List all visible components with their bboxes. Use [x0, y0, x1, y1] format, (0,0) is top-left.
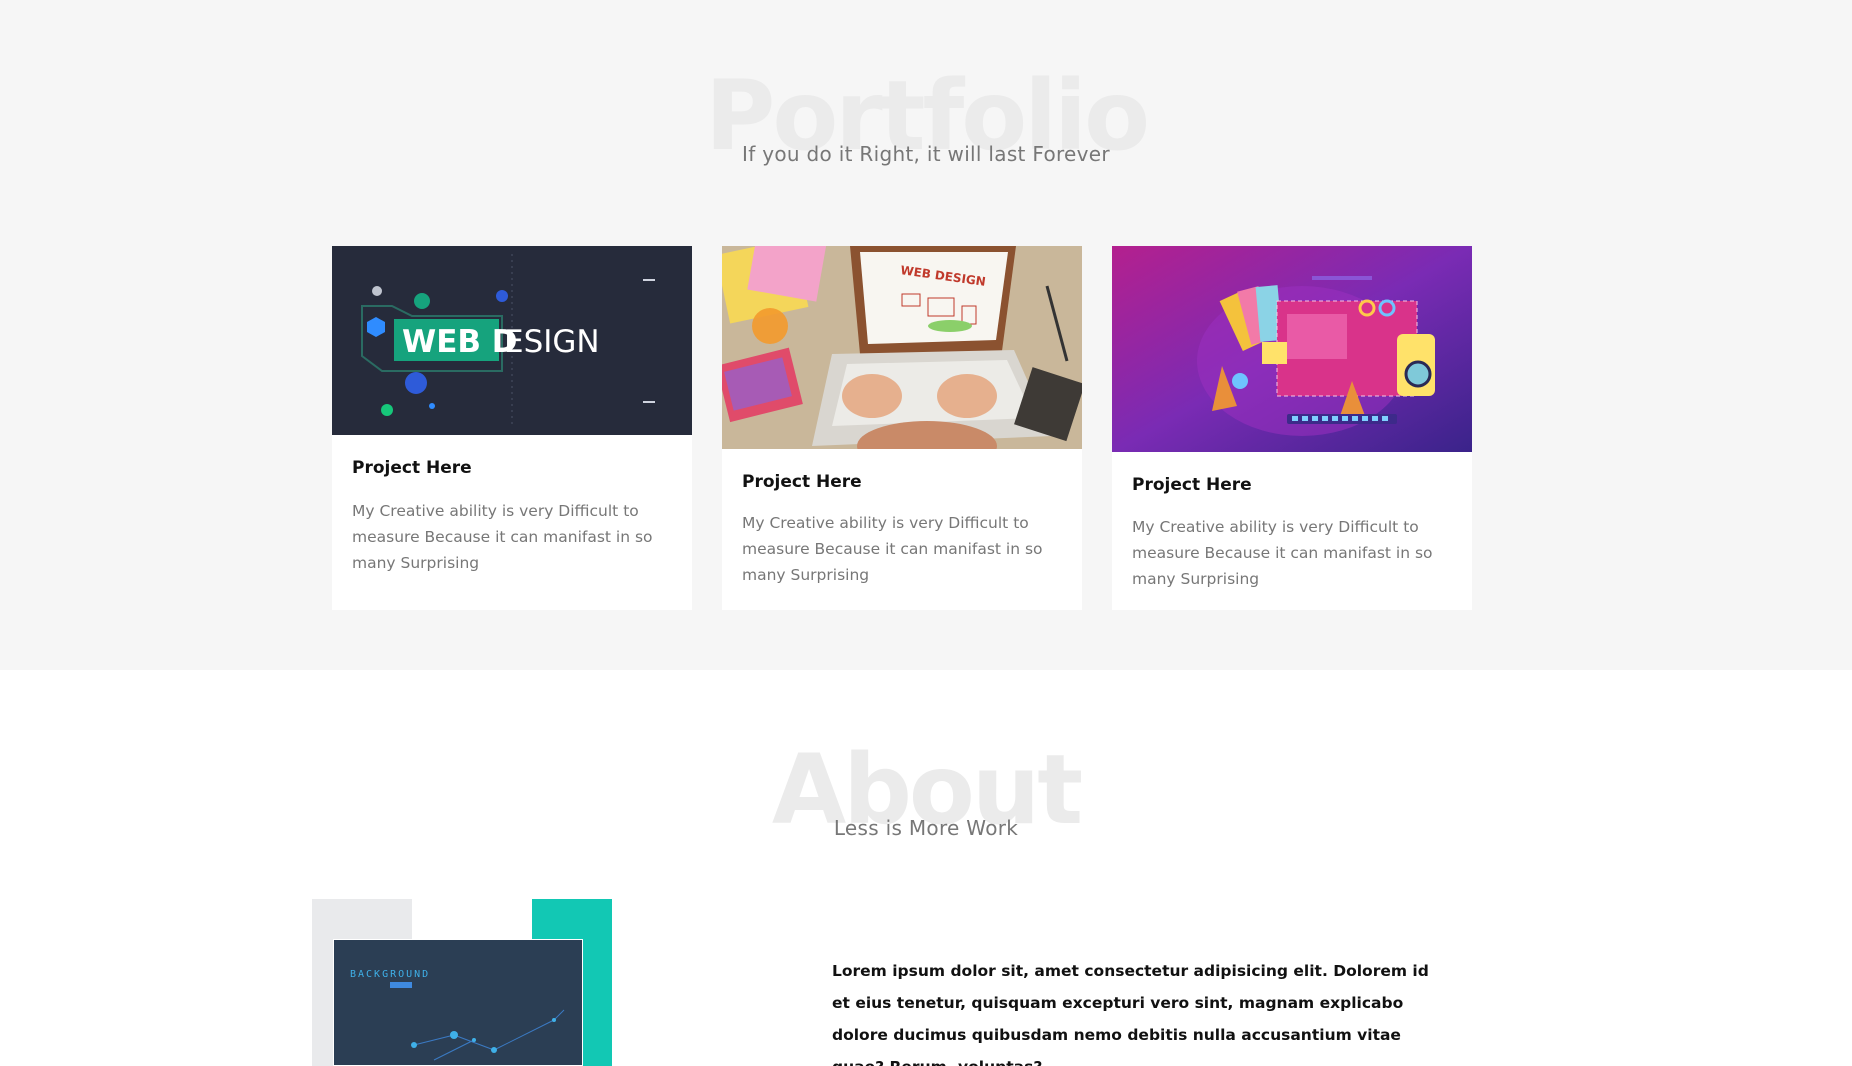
- design-tools-illustration: [1112, 246, 1472, 452]
- card-description: My Creative ability is very Difficult to…: [742, 514, 1043, 584]
- portfolio-card-1[interactable]: WEB D ESIGN Project Here My Creative abi…: [332, 246, 692, 610]
- card-description: My Creative ability is very Difficult to…: [1132, 518, 1433, 588]
- card-title[interactable]: Project Here: [1132, 475, 1252, 495]
- background-mockup-image: BACKGROUND: [333, 939, 583, 1066]
- about-subtitle: Less is More Work: [833, 816, 1019, 840]
- laptop-web-design-photo: WEB DESIGN: [722, 246, 1082, 449]
- banner-text-bold: WEB D: [402, 324, 518, 360]
- portfolio-card-3[interactable]: Project Here My Creative ability is very…: [1112, 246, 1472, 610]
- about-image-frame: BACKGROUND: [312, 899, 612, 1066]
- card-title[interactable]: Project Here: [352, 458, 472, 478]
- web-design-banner-image: WEB D ESIGN: [332, 246, 692, 435]
- card-description: My Creative ability is very Difficult to…: [352, 502, 653, 572]
- card-title[interactable]: Project Here: [742, 472, 862, 492]
- portfolio-card-2[interactable]: WEB DESIGN Project Here My Creative abil…: [722, 246, 1082, 610]
- about-body-text: Lorem ipsum dolor sit, amet consectetur …: [832, 962, 1429, 1066]
- mockup-caption: BACKGROUND: [350, 969, 430, 980]
- portfolio-section: Portfolio If you do it Right, it will la…: [0, 0, 1852, 670]
- portfolio-subtitle: If you do it Right, it will last Forever: [742, 142, 1110, 166]
- banner-text-light: ESIGN: [504, 324, 600, 360]
